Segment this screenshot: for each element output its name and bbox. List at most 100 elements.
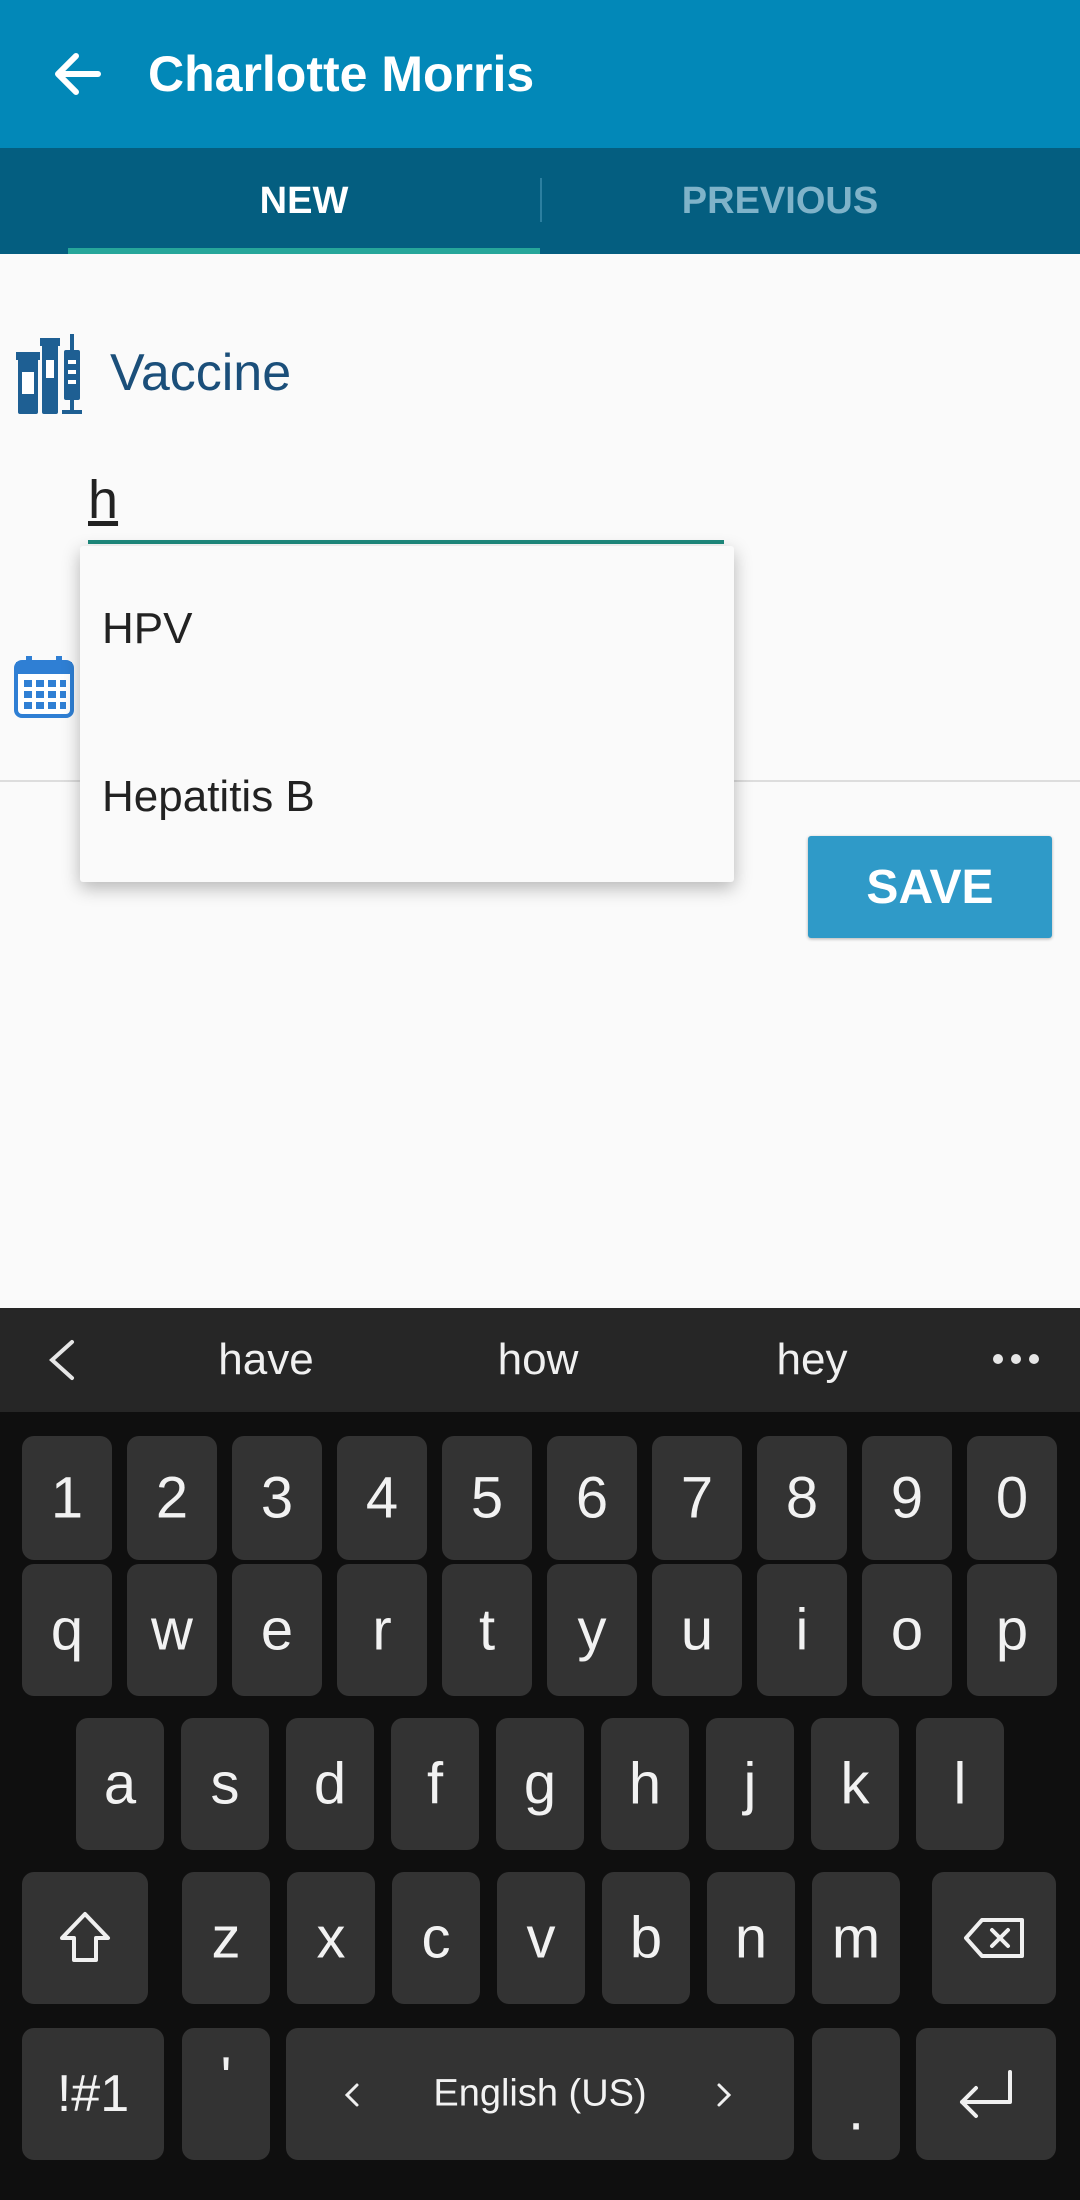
save-button[interactable]: SAVE: [808, 836, 1052, 938]
key-v[interactable]: v: [497, 1872, 585, 2004]
key-label: u: [680, 1597, 714, 1663]
key-a[interactable]: a: [76, 1718, 164, 1850]
key-label: d: [313, 1751, 347, 1817]
apostrophe-key-label: ': [220, 2045, 232, 2111]
shift-key[interactable]: [22, 1872, 148, 2004]
suggestion-bar: have how hey: [0, 1308, 1080, 1412]
more-icon[interactable]: [992, 1352, 1040, 1366]
key-1[interactable]: 1: [22, 1436, 112, 1560]
key-5[interactable]: 5: [442, 1436, 532, 1560]
key-label: p: [995, 1597, 1029, 1663]
tab-indicator: [68, 248, 540, 254]
key-label: g: [523, 1751, 557, 1817]
dropdown-option-hpv[interactable]: HPV: [80, 546, 734, 714]
shift-icon: [60, 1912, 110, 1962]
key-h[interactable]: h: [601, 1718, 689, 1850]
option-label: HPV: [102, 604, 193, 653]
key-7[interactable]: 7: [652, 1436, 742, 1560]
key-label: c: [421, 1905, 451, 1971]
enter-key[interactable]: [916, 2028, 1056, 2160]
key-j[interactable]: j: [706, 1718, 794, 1850]
key-c[interactable]: c: [392, 1872, 480, 2004]
key-y[interactable]: y: [547, 1564, 637, 1696]
key-t[interactable]: t: [442, 1564, 532, 1696]
dropdown-option-hepatitis-b[interactable]: Hepatitis B: [80, 714, 734, 882]
key-label: 2: [155, 1465, 189, 1531]
key-k[interactable]: k: [811, 1718, 899, 1850]
apostrophe-key[interactable]: ': [182, 2028, 270, 2160]
key-b[interactable]: b: [602, 1872, 690, 2004]
soft-keyboard: have how hey 1 2 3 4 5 6 7 8 9 0 q w e r t y u i o p a s d f g h j…: [0, 1308, 1080, 2200]
app-bar: Charlotte Morris: [0, 0, 1080, 148]
backspace-icon: [964, 1918, 1024, 1958]
key-label: z: [211, 1905, 241, 1971]
chevron-left-icon[interactable]: [44, 1338, 80, 1382]
key-q[interactable]: q: [22, 1564, 112, 1696]
key-label: 6: [575, 1465, 609, 1531]
key-label: a: [103, 1751, 137, 1817]
key-w[interactable]: w: [127, 1564, 217, 1696]
key-6[interactable]: 6: [547, 1436, 637, 1560]
period-key-label: .: [847, 2077, 865, 2143]
calendar-icon[interactable]: [14, 654, 74, 718]
key-x[interactable]: x: [287, 1872, 375, 2004]
key-label: 8: [785, 1465, 819, 1531]
symbols-key-label: !#1: [56, 2065, 130, 2123]
page-title: Charlotte Morris: [148, 46, 535, 102]
key-i[interactable]: i: [757, 1564, 847, 1696]
key-0[interactable]: 0: [967, 1436, 1057, 1560]
key-u[interactable]: u: [652, 1564, 742, 1696]
symbols-key[interactable]: !#1: [22, 2028, 164, 2160]
key-label: x: [316, 1905, 346, 1971]
backspace-key[interactable]: [932, 1872, 1056, 2004]
key-n[interactable]: n: [707, 1872, 795, 2004]
key-label: q: [50, 1597, 84, 1663]
key-l[interactable]: l: [916, 1718, 1004, 1850]
key-label: o: [890, 1597, 924, 1663]
vaccine-label: Vaccine: [110, 344, 292, 402]
key-r[interactable]: r: [337, 1564, 427, 1696]
key-label: b: [629, 1905, 663, 1971]
key-label: k: [840, 1751, 870, 1817]
key-e[interactable]: e: [232, 1564, 322, 1696]
key-z[interactable]: z: [182, 1872, 270, 2004]
key-label: r: [372, 1597, 392, 1663]
arrow-back-icon[interactable]: [48, 44, 108, 104]
option-label: Hepatitis B: [102, 772, 315, 821]
key-d[interactable]: d: [286, 1718, 374, 1850]
key-9[interactable]: 9: [862, 1436, 952, 1560]
key-label: i: [795, 1597, 809, 1663]
key-m[interactable]: m: [812, 1872, 900, 2004]
key-label: s: [210, 1751, 240, 1817]
key-label: e: [260, 1597, 294, 1663]
key-2[interactable]: 2: [127, 1436, 217, 1560]
autocomplete-dropdown: HPV Hepatitis B: [80, 546, 734, 882]
enter-icon: [960, 2070, 1012, 2118]
tab-new[interactable]: NEW: [68, 148, 540, 254]
key-label: h: [628, 1751, 662, 1817]
key-label: l: [953, 1751, 967, 1817]
period-key[interactable]: .: [812, 2028, 900, 2160]
key-label: v: [526, 1905, 556, 1971]
key-g[interactable]: g: [496, 1718, 584, 1850]
suggestion-how[interactable]: how: [438, 1308, 638, 1412]
key-label: f: [426, 1751, 444, 1817]
suggestion-hey[interactable]: hey: [712, 1308, 912, 1412]
key-s[interactable]: s: [181, 1718, 269, 1850]
key-label: n: [734, 1905, 768, 1971]
key-o[interactable]: o: [862, 1564, 952, 1696]
vaccine-search-input[interactable]: [88, 460, 724, 544]
space-key[interactable]: English (US): [286, 2028, 794, 2160]
key-f[interactable]: f: [391, 1718, 479, 1850]
key-label: 0: [995, 1465, 1029, 1531]
vaccine-icon: [16, 334, 82, 414]
suggestion-have[interactable]: have: [166, 1308, 366, 1412]
key-label: w: [151, 1597, 193, 1663]
key-3[interactable]: 3: [232, 1436, 322, 1560]
key-p[interactable]: p: [967, 1564, 1057, 1696]
key-label: 4: [365, 1465, 399, 1531]
tab-previous[interactable]: PREVIOUS: [540, 148, 1020, 254]
key-label: 7: [680, 1465, 714, 1531]
key-8[interactable]: 8: [757, 1436, 847, 1560]
key-4[interactable]: 4: [337, 1436, 427, 1560]
